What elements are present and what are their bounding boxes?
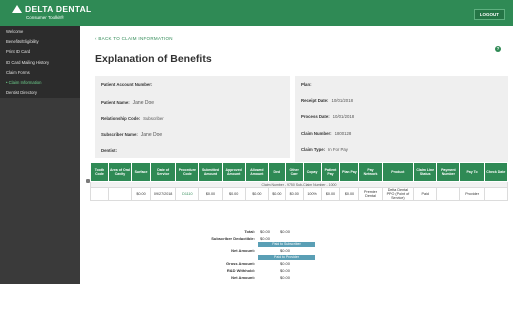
table-cell: Paid — [413, 187, 438, 201]
table-cell: Delta Dental PPO (Point of Service) — [381, 187, 415, 201]
sidebar-item-claim-information[interactable]: • Claim Information — [0, 77, 80, 88]
gross-amount-label: Gross Amount: — [226, 261, 255, 266]
brand-name: DELTA DENTAL — [25, 4, 92, 14]
brand-tagline: Consumer Toolkit® — [26, 15, 64, 20]
column-header: Ded — [267, 162, 286, 182]
table-cell: $0.00 — [267, 187, 286, 201]
table-cell: $0.00 — [244, 187, 269, 201]
sidebar-item-label: Print ID Card — [6, 49, 31, 55]
dentist-field: Dentist: — [101, 148, 117, 153]
table-cell: 09/27/2018 — [149, 187, 177, 201]
back-to-claim-info-link[interactable]: ‹ BACK TO CLAIM INFORMATION — [95, 36, 173, 41]
help-icon[interactable]: ? — [495, 46, 501, 52]
table-row: $0.00 09/27/2018 D1110 $0.00 $0.00 $0.00 $0.00… — [90, 187, 509, 201]
relationship-code-field: Relationship Code: Subscriber — [101, 116, 164, 121]
table-cell: Premier Dental — [358, 187, 383, 201]
table-cell: $0.00 — [198, 187, 223, 201]
net-amount-label: Net Amount: — [231, 248, 255, 253]
column-header: Procedure Code — [175, 162, 200, 182]
net-amount-value: $0.00 — [280, 275, 291, 280]
table-cell — [483, 187, 509, 201]
column-header: Check Date — [483, 162, 509, 182]
sidebar-nav: Consumer ToolkitWelcomeBenefits/Eligibil… — [0, 26, 129, 284]
table-cell: $0.00 — [221, 187, 246, 201]
patient-info-panel: Patient Account Number: Patient Name: Jan… — [95, 76, 290, 158]
column-header: Product — [381, 162, 415, 182]
column-header: Tooth Code — [90, 162, 109, 182]
receipt-date-field: Receipt Date: 10/01/2018 — [301, 98, 353, 103]
sidebar-item-id-card-mailing-history[interactable]: ID Card Mailing History — [0, 56, 80, 68]
total-value-1: $0.00 — [260, 229, 271, 234]
deductible-label: Subscriber Deductible: — [211, 236, 255, 241]
withhold-label: R&D Withhold: — [226, 268, 255, 273]
table-cell — [436, 187, 461, 201]
sidebar-item-label: Claim Forms — [6, 69, 30, 75]
deductible-value: $0.00 — [260, 236, 271, 241]
top-header: DELTA DENTAL Consumer Toolkit® LOGOUT — [0, 0, 513, 26]
delta-triangle-icon — [12, 5, 22, 13]
withhold-value: $0.00 — [280, 268, 291, 273]
sidebar-item-welcome[interactable]: Welcome — [0, 26, 80, 37]
column-header: Other Carr — [284, 162, 304, 182]
paid-to-subscriber-bar: Paid to Subscriber — [258, 242, 315, 247]
table-cell — [107, 187, 133, 201]
gross-amount-value: $0.00 — [280, 261, 291, 266]
patient-account-field: Patient Account Number: — [101, 82, 153, 87]
column-header: Claim Line Status — [413, 162, 438, 182]
subscriber-name-field: Subscriber Name: Jane Doe — [101, 132, 163, 138]
page-title: Explanation of Benefits — [95, 53, 212, 65]
claim-number-field: Claim Number: 1800128 — [301, 131, 352, 136]
sidebar-item-label: Dentist Directory — [6, 90, 37, 96]
logout-button[interactable]: LOGOUT — [473, 9, 505, 20]
column-header: Payment Number — [436, 162, 461, 182]
column-header: Allowed Amount — [244, 162, 269, 182]
table-cell: D1110 — [175, 187, 200, 201]
column-header: Approved Amount — [221, 162, 246, 182]
column-header: Plan Pay — [339, 162, 360, 182]
sidebar-item-claim-forms[interactable]: Claim Forms — [0, 67, 80, 78]
table-cell: $0.00 — [131, 187, 151, 201]
column-header: Patient Pay — [320, 162, 341, 182]
delta-dental-logo[interactable]: DELTA DENTAL Consumer Toolkit® — [12, 4, 92, 20]
total-value-2: $0.00 — [280, 229, 291, 234]
paid-to-provider-bar: Paid to Provider — [258, 255, 315, 260]
sidebar-item-print-id-card[interactable]: Print ID Card — [0, 46, 80, 57]
sidebar-item-label: Welcome — [6, 28, 24, 34]
column-header: Date of Service — [149, 162, 177, 182]
claim-lines-table: Tooth Code Area of Oral Cavity Surface Date… — [90, 162, 509, 201]
sidebar-item-dentist-directory[interactable]: Dentist Directory — [0, 87, 80, 99]
sidebar-item-label: ID Card Mailing History — [6, 59, 50, 65]
column-header: Surface — [131, 162, 151, 182]
net-amount-value: $0.00 — [280, 248, 291, 253]
table-cell: Provider — [459, 187, 485, 201]
plan-field: Plan: — [301, 82, 312, 87]
sidebar-item-benefits-eligibility[interactable]: Benefits/Eligibility — [0, 36, 80, 47]
claim-type-field: Claim Type: In For Pay — [301, 147, 348, 152]
column-header: Pay To — [459, 162, 485, 182]
table-cell: $0.00 — [320, 187, 341, 201]
column-header: Area of Oral Cavity — [107, 162, 133, 182]
table-cell: $0.00 — [339, 187, 360, 201]
sidebar-item-label: • Claim Information — [6, 80, 42, 86]
table-cell: $0.00 — [284, 187, 304, 201]
process-date-field: Process Date: 10/01/2018 — [301, 114, 355, 119]
table-cell: 100% — [302, 187, 322, 201]
total-label: Total: — [244, 229, 255, 234]
column-header: Submitted Amount — [198, 162, 223, 182]
column-header: Copay — [302, 162, 322, 182]
column-header: Pay Network — [358, 162, 383, 182]
net-amount-label: Net Amount: — [231, 275, 255, 280]
table-cell — [90, 187, 109, 201]
patient-name-field: Patient Name: Jane Doe — [101, 100, 155, 106]
sidebar-item-label: Benefits/Eligibility — [6, 38, 39, 44]
